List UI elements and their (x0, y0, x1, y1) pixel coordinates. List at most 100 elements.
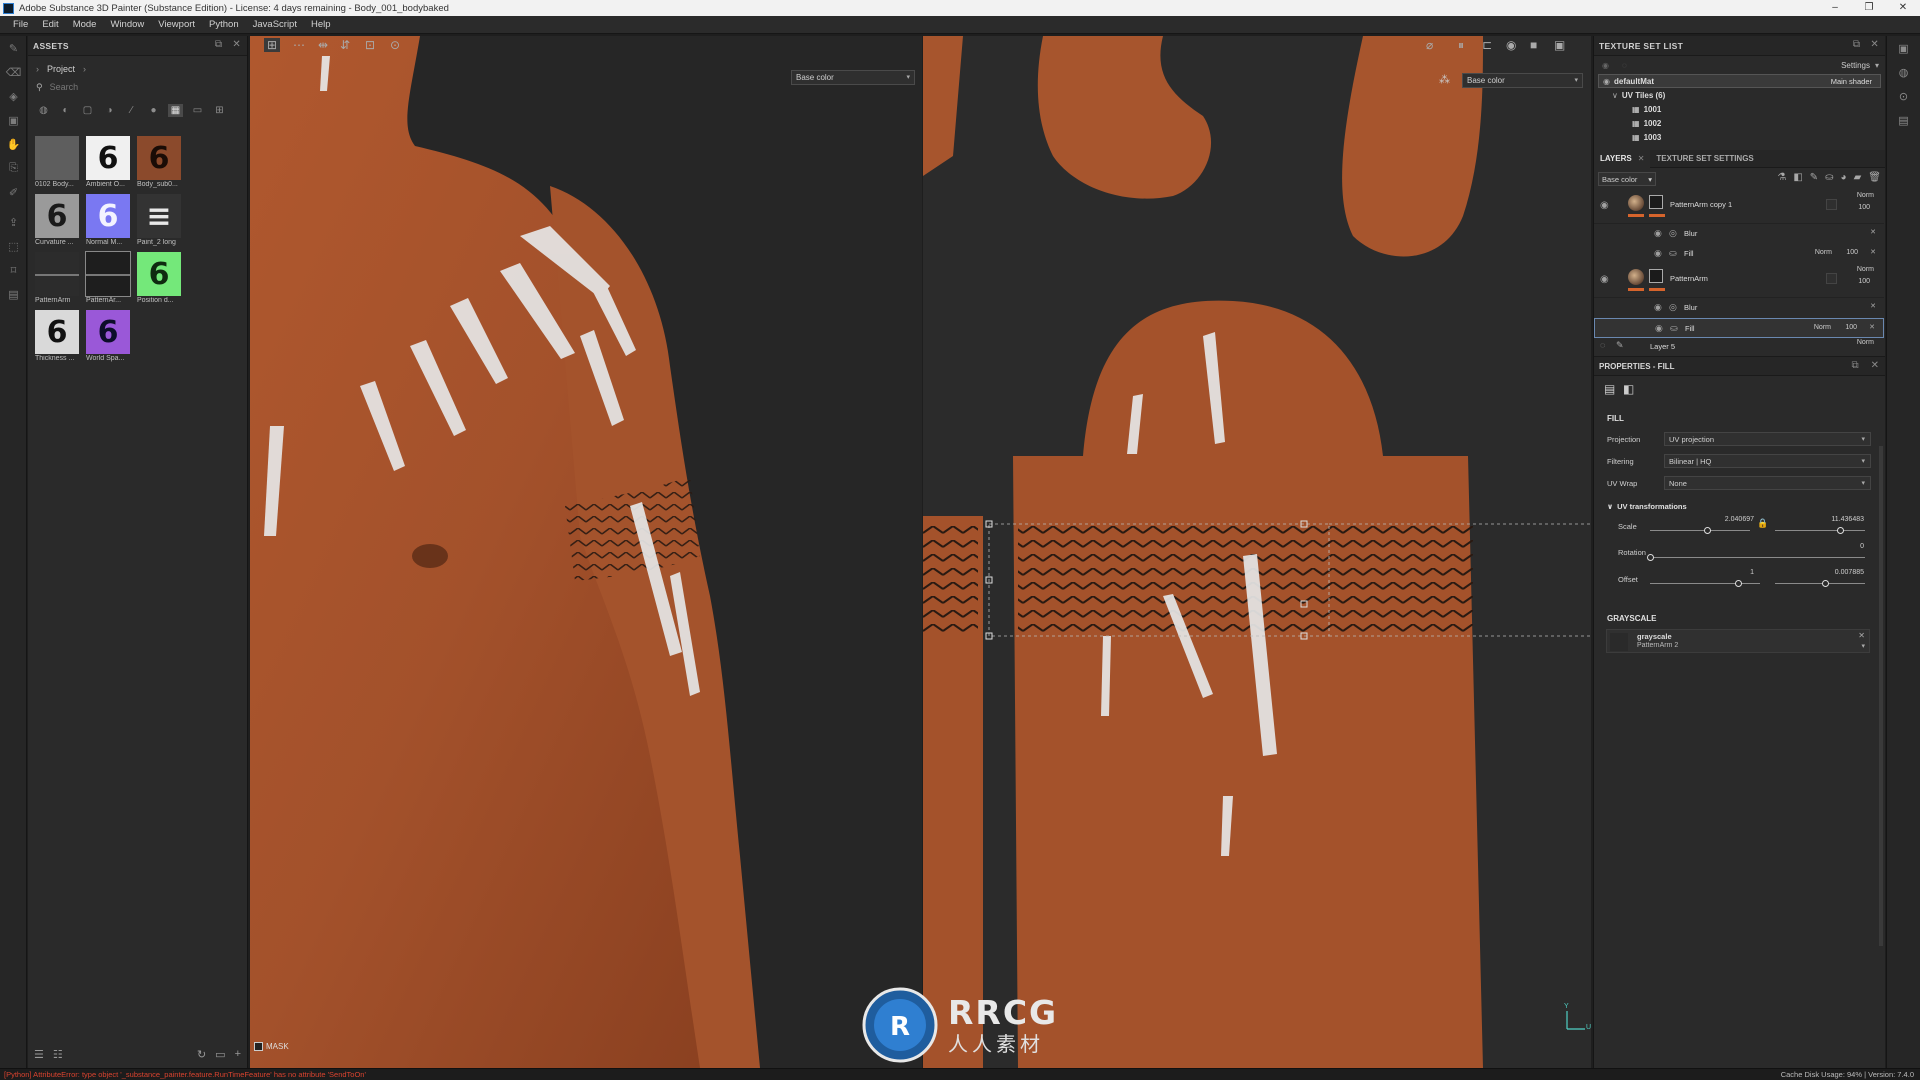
scale-v-value[interactable]: 11.436483 (1794, 516, 1864, 523)
scale-u-value[interactable]: 2.040697 (1694, 516, 1754, 523)
projection-icon[interactable]: ◈ (0, 84, 27, 108)
transform-icon[interactable]: ⬚ (0, 234, 27, 258)
eye-icon[interactable]: ◉ (1654, 248, 1662, 259)
polygon-fill-icon[interactable]: ⌑ (0, 258, 27, 282)
breadcrumb-project[interactable]: Project (47, 64, 75, 74)
particle-filter-icon[interactable]: ● (146, 104, 161, 117)
menu-edit[interactable]: Edit (35, 19, 65, 30)
uv-tile-row[interactable]: ▦ 1003 (1594, 130, 1885, 144)
chevron-right-icon[interactable]: › (36, 64, 39, 74)
offset-v-value[interactable]: 0.007885 (1804, 569, 1864, 576)
close-icon[interactable]: ✕ (1870, 228, 1876, 236)
list-view-icon[interactable]: ☰ (34, 1048, 44, 1061)
add-icon[interactable]: + (235, 1048, 241, 1060)
align-icon[interactable]: ⇵ (340, 38, 350, 52)
effect-row[interactable]: ◉ ⛀ Fill Norm 100 ✕ (1594, 318, 1884, 338)
add-paint-layer-icon[interactable]: ✎ (1810, 172, 1818, 183)
grid-view-icon[interactable]: ⊞ (212, 104, 227, 117)
eye-icon[interactable]: ◉ (1600, 200, 1609, 211)
shader-label[interactable]: Main shader (1831, 77, 1872, 86)
scale-v-knob[interactable] (1837, 527, 1844, 534)
asset-thumbnail[interactable]: 6 Body_sub0... (137, 136, 183, 192)
uv-tile-row[interactable]: ▦ 1001 (1594, 102, 1885, 116)
rotation-knob[interactable] (1647, 554, 1654, 561)
uv-tiles-group[interactable]: ∨ UV Tiles (6) (1594, 88, 1885, 102)
clone-icon[interactable]: ⎘ (0, 156, 27, 180)
uv-layout-icon[interactable]: ⁂ (1439, 73, 1450, 86)
eye-icon[interactable]: ◉ (1602, 61, 1609, 70)
eraser-icon[interactable]: ⌫ (0, 60, 27, 84)
mask-tab-icon[interactable]: ◧ (1623, 382, 1634, 396)
layer-row[interactable]: ◌ ✎ Layer 5 Norm (1594, 338, 1884, 352)
blend-mode-dropdown[interactable]: Norm (1857, 266, 1874, 273)
menu-mode[interactable]: Mode (66, 19, 104, 30)
rotation-value[interactable]: 0 (1834, 543, 1864, 550)
opacity-value[interactable]: 100 (1846, 249, 1858, 256)
layer-row[interactable]: ◉ PatternArm Norm 100 (1594, 264, 1884, 298)
menu-python[interactable]: Python (202, 19, 246, 30)
scale-u-knob[interactable] (1704, 527, 1711, 534)
add-effect-icon[interactable]: ⚗ (1777, 172, 1786, 183)
menu-viewport[interactable]: Viewport (151, 19, 202, 30)
asset-thumbnail[interactable]: ≡ Paint_2 long (137, 194, 183, 250)
float-icon[interactable]: ⧉ (215, 39, 222, 50)
tab-layers[interactable]: LAYERS ✕ (1594, 149, 1651, 168)
scale-u-slider[interactable] (1650, 530, 1750, 531)
offset-v-slider[interactable] (1775, 583, 1865, 584)
color-picker-icon[interactable]: ✐ (0, 180, 27, 204)
layer-channel-dropdown[interactable]: Base color ▾ (1598, 172, 1656, 186)
add-smart-material-icon[interactable]: ◕ (1841, 172, 1847, 183)
selection-icon[interactable]: ⋯ (293, 38, 305, 52)
history-icon[interactable]: ⊙ (390, 38, 400, 52)
offset-u-slider[interactable] (1650, 583, 1760, 584)
effect-row[interactable]: ◉ ◎ Blur ✕ (1594, 298, 1884, 318)
mask-thumbnail[interactable] (1649, 195, 1663, 209)
close-icon[interactable]: ✕ (1871, 360, 1879, 371)
display-settings-icon[interactable]: ◍ (1887, 60, 1920, 84)
symmetry-icon[interactable]: ⇹ (318, 38, 328, 52)
mask-thumbnail[interactable] (1649, 269, 1663, 283)
layer-checkbox[interactable] (1826, 199, 1837, 210)
texture-set-icon[interactable]: ▣ (1887, 36, 1920, 60)
close-icon[interactable]: ✕ (1638, 154, 1645, 163)
bake-icon[interactable]: ⇪ (0, 210, 27, 234)
blend-mode-dropdown[interactable]: Norm (1857, 339, 1874, 346)
environment-filter-icon[interactable]: ▭ (190, 104, 205, 117)
uv-tile-row[interactable]: ▦ 1002 (1594, 116, 1885, 130)
close-icon[interactable]: ✕ (232, 39, 241, 50)
offset-u-knob[interactable] (1735, 580, 1742, 587)
menu-help[interactable]: Help (304, 19, 338, 30)
smudge-icon[interactable]: ✋ (0, 132, 27, 156)
properties-scrollbar[interactable] (1879, 446, 1883, 946)
screenshot-icon[interactable]: ▣ (1554, 38, 1565, 52)
delete-layer-icon[interactable]: 🗑 (1868, 172, 1881, 183)
close-icon[interactable]: ✕ (1870, 39, 1879, 50)
opacity-value[interactable]: 100 (1858, 278, 1870, 285)
geometry-fill-icon[interactable]: ▣ (0, 108, 27, 132)
material-filter-icon[interactable]: ◍ (36, 104, 51, 117)
channel-dropdown-2d[interactable]: Base color ▾ (1462, 73, 1583, 88)
asset-thumbnail[interactable]: 6 Position d... (137, 252, 183, 308)
status-error[interactable]: [Python] AttributeError: type object '_s… (0, 1070, 366, 1079)
close-icon[interactable]: ✕ (1858, 631, 1865, 640)
channel-dropdown-3d[interactable]: Base color ▾ (791, 70, 915, 85)
eye-icon[interactable]: ◉ (1600, 274, 1609, 285)
uv-wrap-dropdown[interactable]: None ▾ (1664, 476, 1871, 490)
asset-thumbnail[interactable]: 6 Curvature ... (35, 194, 81, 250)
filtering-dropdown[interactable]: Bilinear | HQ ▾ (1664, 454, 1871, 468)
history-icon[interactable]: ⊙ (1887, 84, 1920, 108)
hide-icon[interactable]: ⌀ (1426, 38, 1433, 52)
generator-filter-icon[interactable]: ◑ (102, 104, 117, 117)
maximize-button[interactable]: ❐ (1852, 0, 1886, 16)
brush-filter-icon[interactable]: ⁄ (124, 104, 139, 117)
projection-dropdown[interactable]: UV projection ▾ (1664, 432, 1871, 446)
refresh-icon[interactable]: ↻ (197, 1048, 206, 1061)
search-row[interactable]: ⚲ Search (28, 78, 247, 96)
opacity-value[interactable]: 100 (1845, 324, 1857, 331)
scale-v-slider[interactable] (1775, 530, 1865, 531)
chevron-right-icon[interactable]: › (83, 64, 86, 74)
asset-thumbnail[interactable]: PatternArm (35, 252, 81, 308)
blend-mode-dropdown[interactable]: Norm (1815, 249, 1832, 256)
mask-checkbox[interactable] (254, 1042, 263, 1051)
asset-thumbnail[interactable]: 0102 Body... (35, 136, 81, 192)
